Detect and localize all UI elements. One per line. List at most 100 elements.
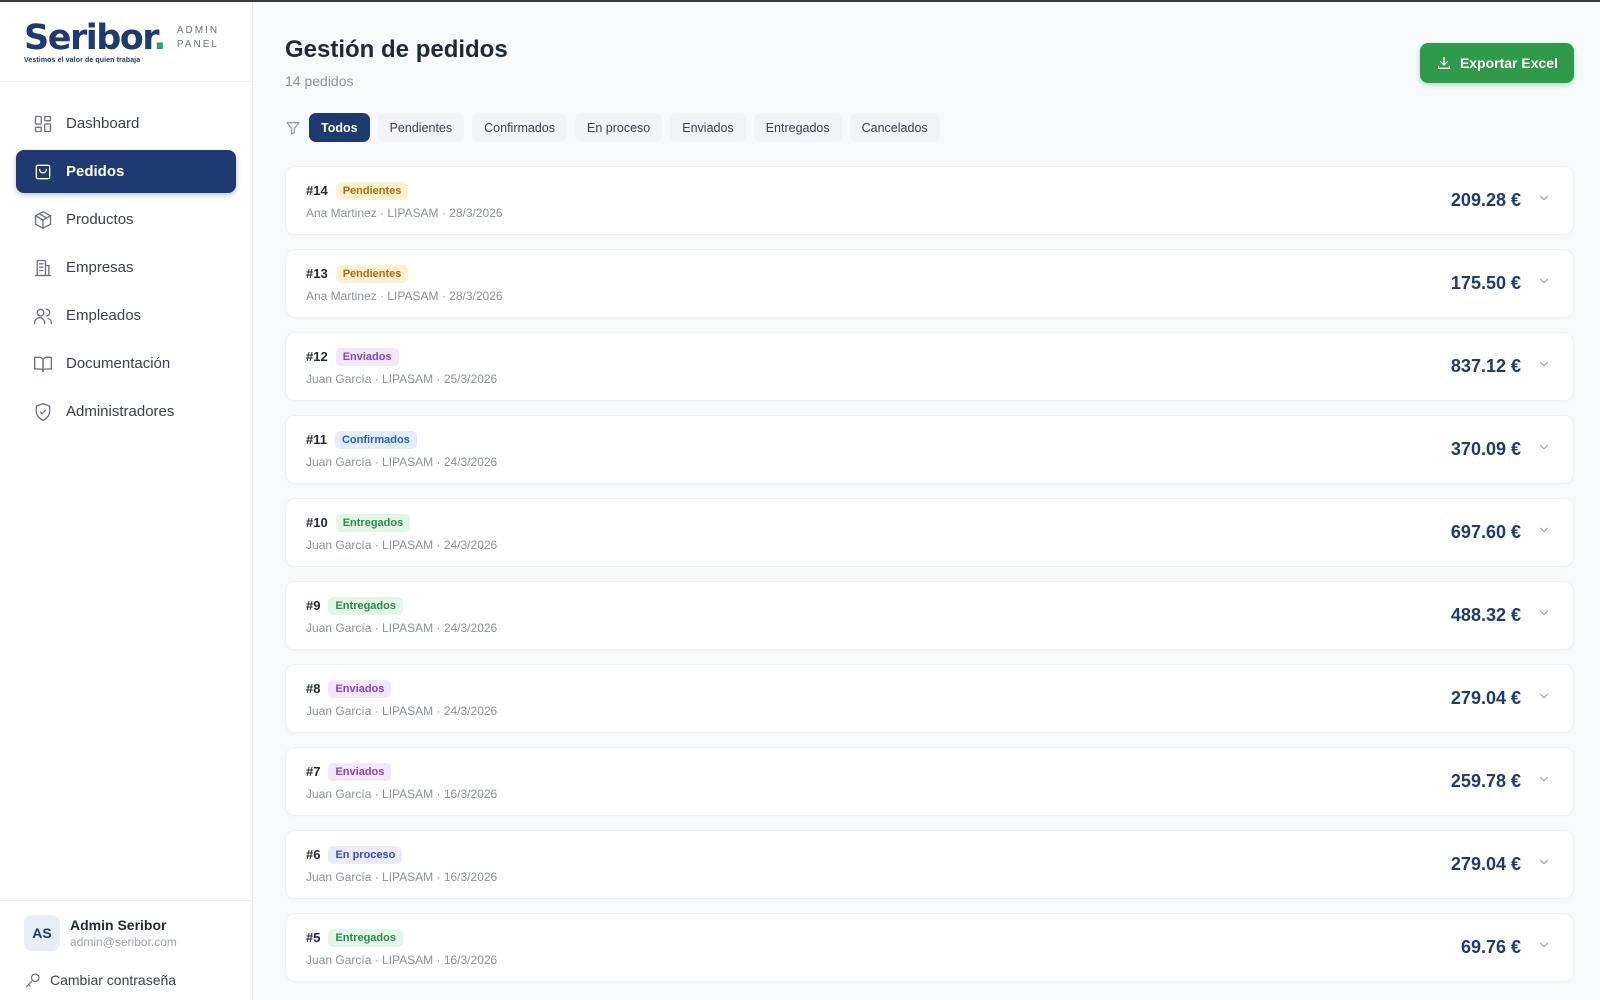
order-id: #8 (306, 681, 321, 696)
dashboard-icon (32, 113, 54, 135)
filter-confirmados[interactable]: Confirmados (472, 113, 568, 142)
order-id: #11 (306, 432, 327, 447)
orders-list: #14 Pendientes Ana Martinez · LIPASAM · … (285, 166, 1574, 982)
order-heading: #7 Enviados (306, 762, 1451, 781)
brand-wordmark: Seribor. (24, 20, 166, 56)
order-row[interactable]: #7 Enviados Juan García · LIPASAM · 16/3… (285, 747, 1574, 816)
key-icon (25, 973, 40, 988)
sidebar-item-label: Empresas (66, 259, 134, 276)
sidebar-nav: Dashboard Pedidos Productos Empresas Emp… (0, 82, 252, 433)
brand-sub: ADMIN PANEL (177, 24, 219, 52)
order-total: 279.04 € (1450, 854, 1521, 874)
order-meta: Juan García · LIPASAM · 24/3/2026 (306, 620, 498, 635)
sidebar-item-productos[interactable]: Productos (16, 198, 236, 241)
order-id: #9 (306, 598, 321, 613)
shopping-bag-icon (32, 161, 54, 183)
order-info: #5 Entregados Juan García · LIPASAM · 16… (306, 928, 1461, 967)
order-row[interactable]: #9 Entregados Juan García · LIPASAM · 24… (285, 581, 1574, 650)
chevron-down-icon[interactable] (1537, 523, 1551, 542)
order-row[interactable]: #13 Pendientes Ana Martinez · LIPASAM · … (285, 249, 1574, 318)
order-id: #10 (306, 515, 328, 530)
filter-en-proceso[interactable]: En proceso (575, 113, 663, 142)
page-title: Gestión de pedidos (285, 36, 508, 63)
order-row[interactable]: #14 Pendientes Ana Martinez · LIPASAM · … (285, 166, 1574, 235)
status-badge: Pendientes (335, 181, 409, 200)
order-id: #14 (306, 183, 328, 198)
download-icon (1437, 57, 1450, 69)
status-filters: Todos Pendientes Confirmados En proceso … (285, 113, 1574, 142)
order-row[interactable]: #11 Confirmados Juan García · LIPASAM · … (285, 415, 1574, 484)
sidebar-item-administradores[interactable]: Administradores (16, 390, 236, 433)
sidebar-item-documentacion[interactable]: Documentación (16, 342, 236, 385)
change-password-label: Cambiar contraseña (50, 972, 177, 988)
filter-entregados[interactable]: Entregados (753, 113, 842, 142)
order-meta: Juan García · LIPASAM · 16/3/2026 (306, 952, 498, 967)
order-info: #9 Entregados Juan García · LIPASAM · 24… (306, 596, 1451, 635)
chevron-down-icon[interactable] (1537, 606, 1551, 625)
user-profile[interactable]: AS Admin Seribor admin@seribor.com (24, 915, 228, 951)
sidebar-item-dashboard[interactable]: Dashboard (16, 102, 236, 145)
order-row[interactable]: #12 Enviados Juan García · LIPASAM · 25/… (285, 332, 1574, 401)
main-content: Gestión de pedidos 14 pedidos Exportar E… (253, 2, 1600, 1000)
order-row[interactable]: #8 Enviados Juan García · LIPASAM · 24/3… (285, 664, 1574, 733)
change-password-link[interactable]: Cambiar contraseña (24, 971, 228, 989)
status-badge: Entregados (328, 596, 403, 615)
sidebar-item-label: Pedidos (66, 163, 125, 180)
status-badge: Confirmados (334, 430, 417, 449)
chevron-down-icon[interactable] (1537, 855, 1551, 874)
avatar: AS (24, 915, 60, 951)
shield-icon (32, 401, 54, 423)
header-titles: Gestión de pedidos 14 pedidos (285, 36, 508, 89)
chevron-down-icon[interactable] (1537, 191, 1551, 210)
chevron-down-icon[interactable] (1537, 357, 1551, 376)
status-badge: En proceso (328, 845, 403, 864)
order-info: #11 Confirmados Juan García · LIPASAM · … (306, 430, 1451, 469)
order-heading: #5 Entregados (306, 928, 1461, 947)
user-email: admin@seribor.com (70, 935, 177, 949)
chevron-down-icon[interactable] (1537, 440, 1551, 459)
book-icon (32, 353, 54, 375)
filter-enviados[interactable]: Enviados (670, 113, 746, 142)
sidebar: Seribor. Vestimos el valor de quien trab… (0, 2, 253, 1000)
order-total: 370.09 € (1450, 439, 1521, 459)
page-header: Gestión de pedidos 14 pedidos Exportar E… (285, 36, 1574, 89)
order-total: 697.60 € (1450, 522, 1521, 542)
brand-logo: Seribor. Vestimos el valor de quien trab… (24, 20, 166, 64)
brand-tagline: Vestimos el valor de quien trabaja (24, 56, 141, 64)
order-meta: Juan García · LIPASAM · 24/3/2026 (306, 454, 498, 469)
order-row[interactable]: #10 Entregados Juan García · LIPASAM · 2… (285, 498, 1574, 567)
order-id: #6 (306, 847, 321, 862)
status-badge: Pendientes (335, 264, 409, 283)
order-heading: #10 Entregados (306, 513, 1451, 532)
chevron-down-icon[interactable] (1537, 274, 1551, 293)
order-total: 209.28 € (1450, 190, 1521, 210)
status-badge: Entregados (335, 513, 411, 532)
order-meta: Juan García · LIPASAM · 16/3/2026 (306, 786, 498, 801)
chevron-down-icon[interactable] (1537, 938, 1551, 957)
sidebar-item-pedidos[interactable]: Pedidos (16, 150, 236, 193)
sidebar-item-empresas[interactable]: Empresas (16, 246, 236, 289)
order-info: #12 Enviados Juan García · LIPASAM · 25/… (306, 347, 1451, 386)
order-heading: #8 Enviados (306, 679, 1451, 698)
order-heading: #13 Pendientes (306, 264, 1451, 283)
order-id: #5 (306, 930, 321, 945)
export-excel-button[interactable]: Exportar Excel (1419, 43, 1574, 83)
sidebar-item-label: Dashboard (66, 115, 140, 132)
order-info: #8 Enviados Juan García · LIPASAM · 24/3… (306, 679, 1451, 718)
brand[interactable]: Seribor. Vestimos el valor de quien trab… (0, 2, 252, 82)
order-meta: Ana Martinez · LIPASAM · 28/3/2026 (306, 205, 503, 220)
order-row[interactable]: #6 En proceso Juan García · LIPASAM · 16… (285, 830, 1574, 899)
filter-cancelados[interactable]: Cancelados (849, 113, 940, 142)
sidebar-item-label: Documentación (66, 355, 171, 372)
status-badge: Enviados (335, 347, 399, 366)
sidebar-item-label: Productos (66, 211, 134, 228)
filter-todos[interactable]: Todos (309, 113, 370, 142)
sidebar-item-empleados[interactable]: Empleados (16, 294, 236, 337)
chevron-down-icon[interactable] (1537, 772, 1551, 791)
order-info: #13 Pendientes Ana Martinez · LIPASAM · … (306, 264, 1451, 303)
chevron-down-icon[interactable] (1537, 689, 1551, 708)
users-icon (32, 305, 54, 327)
filter-pendientes[interactable]: Pendientes (377, 113, 465, 142)
order-heading: #14 Pendientes (306, 181, 1451, 200)
order-row[interactable]: #5 Entregados Juan García · LIPASAM · 16… (285, 913, 1574, 982)
